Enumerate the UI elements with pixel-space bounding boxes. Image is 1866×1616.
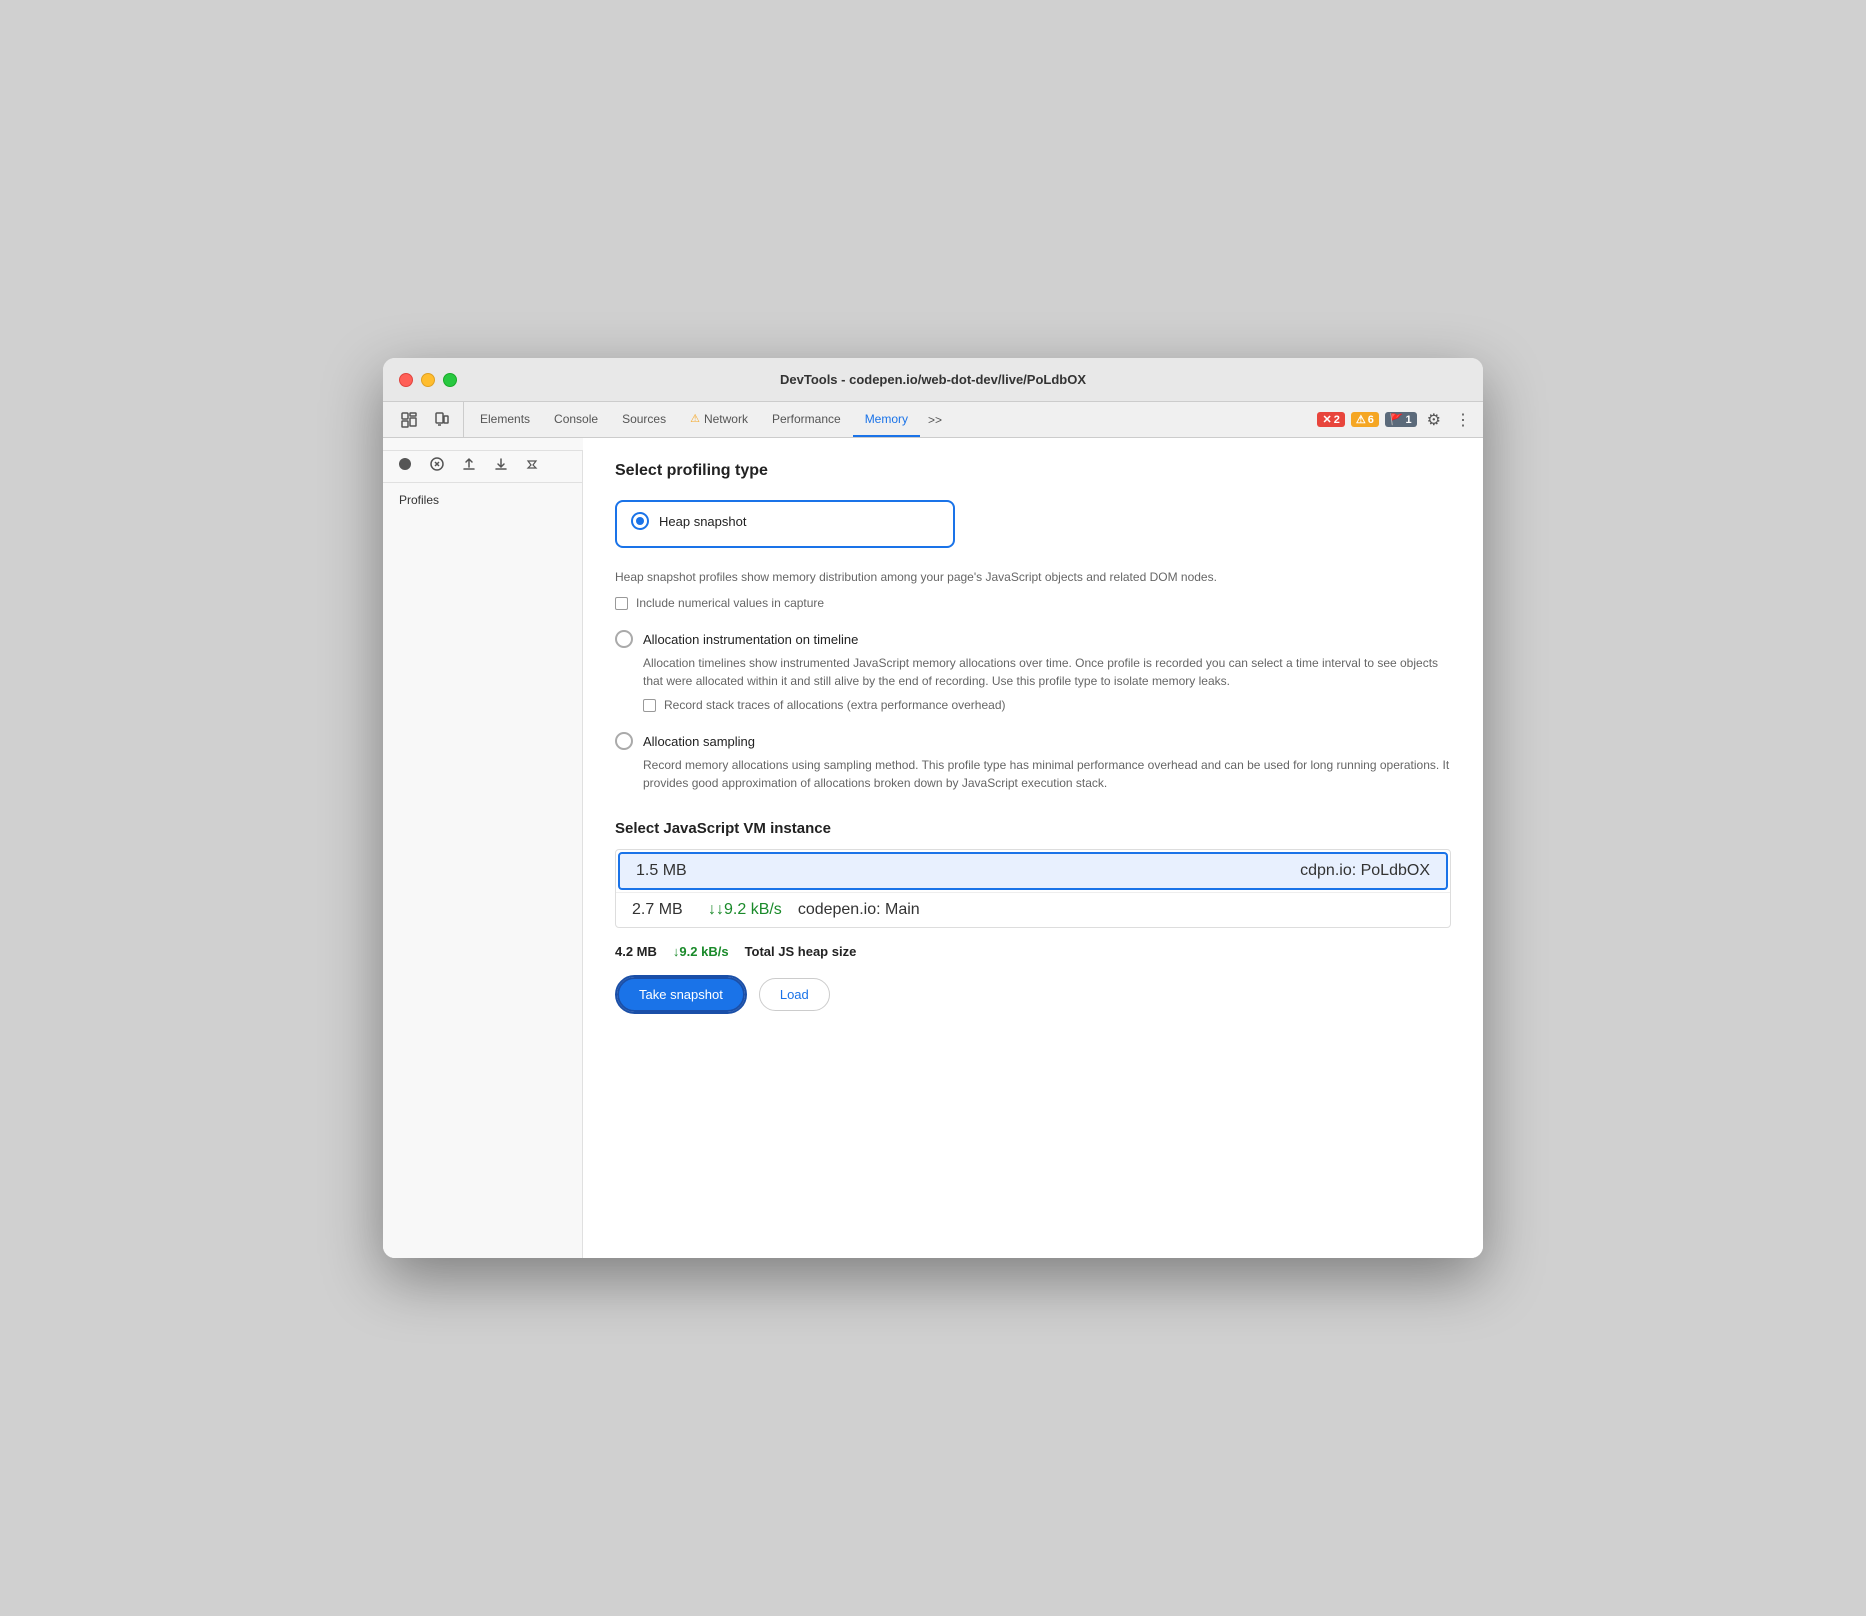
record-button[interactable] bbox=[391, 450, 419, 478]
info-icon: 🚩 bbox=[1390, 413, 1404, 426]
allocation-timeline-label: Allocation instrumentation on timeline bbox=[643, 632, 858, 647]
allocation-timeline-checkbox-label: Record stack traces of allocations (extr… bbox=[664, 698, 1006, 712]
tab-performance-label: Performance bbox=[772, 412, 841, 426]
error-badge: ✕ 2 bbox=[1317, 412, 1344, 427]
tab-console-label: Console bbox=[554, 412, 598, 426]
devtools-body: Profiles Select profiling type Heap snap… bbox=[383, 438, 1483, 1258]
allocation-timeline-desc: Allocation timelines show instrumented J… bbox=[643, 654, 1451, 690]
more-options-icon[interactable]: ⋮ bbox=[1451, 406, 1475, 434]
heap-snapshot-option-wrapper: Heap snapshot bbox=[615, 500, 955, 548]
main-panel: Select profiling type Heap snapshot Heap… bbox=[583, 438, 1483, 1258]
download-button[interactable] bbox=[487, 450, 515, 478]
heap-snapshot-radio-row[interactable]: Heap snapshot bbox=[631, 512, 939, 530]
sidebar: Profiles bbox=[383, 438, 583, 1258]
tab-console[interactable]: Console bbox=[542, 402, 610, 437]
vm-1-name: cdpn.io: PoLdbOX bbox=[1300, 862, 1430, 880]
allocation-timeline-checkbox-row[interactable]: Record stack traces of allocations (extr… bbox=[643, 698, 1451, 712]
footer-total-size: 4.2 MB bbox=[615, 944, 657, 959]
heap-snapshot-desc: Heap snapshot profiles show memory distr… bbox=[615, 568, 1451, 586]
maximize-button[interactable] bbox=[443, 373, 457, 387]
allocation-timeline-checkbox[interactable] bbox=[643, 699, 656, 712]
tab-memory[interactable]: Memory bbox=[853, 402, 920, 437]
traffic-lights bbox=[399, 373, 457, 387]
window-title: DevTools - codepen.io/web-dot-dev/live/P… bbox=[780, 372, 1086, 387]
vm-section-title: Select JavaScript VM instance bbox=[615, 820, 1451, 837]
tab-elements-label: Elements bbox=[480, 412, 530, 426]
close-button[interactable] bbox=[399, 373, 413, 387]
stop-button[interactable] bbox=[423, 450, 451, 478]
heap-snapshot-description-block: Heap snapshot profiles show memory distr… bbox=[615, 568, 1451, 610]
warning-icon: ⚠ bbox=[1356, 413, 1366, 426]
settings-icon[interactable]: ⚙ bbox=[1423, 406, 1445, 434]
tab-network[interactable]: ⚠ Network bbox=[678, 402, 760, 437]
allocation-sampling-radio-row[interactable]: Allocation sampling bbox=[615, 732, 1451, 750]
tab-sources-label: Sources bbox=[622, 412, 666, 426]
heap-snapshot-checkbox-label: Include numerical values in capture bbox=[636, 596, 824, 610]
sidebar-item-profiles-label: Profiles bbox=[399, 493, 439, 507]
take-snapshot-wrapper: Take snapshot bbox=[615, 975, 747, 1014]
tab-sources[interactable]: Sources bbox=[610, 402, 678, 437]
error-icon: ✕ bbox=[1322, 413, 1331, 426]
clear-button[interactable] bbox=[519, 450, 547, 478]
vm-table: 1.5 MB cdpn.io: PoLdbOX 2.7 MB ↓↓9.2 kB/… bbox=[615, 849, 1451, 928]
take-snapshot-button[interactable]: Take snapshot bbox=[617, 977, 745, 1012]
footer-row: 4.2 MB ↓9.2 kB/s Total JS heap size bbox=[615, 944, 1451, 959]
tab-elements[interactable]: Elements bbox=[468, 402, 542, 437]
tab-memory-label: Memory bbox=[865, 412, 908, 426]
titlebar: DevTools - codepen.io/web-dot-dev/live/P… bbox=[383, 358, 1483, 402]
minimize-button[interactable] bbox=[421, 373, 435, 387]
profiling-section-title: Select profiling type bbox=[615, 462, 1451, 480]
devtools-window: DevTools - codepen.io/web-dot-dev/live/P… bbox=[383, 358, 1483, 1258]
allocation-sampling-radio[interactable] bbox=[615, 732, 633, 750]
device-toolbar-icon[interactable] bbox=[427, 406, 455, 434]
error-count: 2 bbox=[1334, 414, 1340, 426]
heap-snapshot-radio[interactable] bbox=[631, 512, 649, 530]
tab-network-label: Network bbox=[704, 412, 748, 426]
tab-bar: Elements Console Sources ⚠ Network Perfo… bbox=[383, 402, 1483, 438]
vm-2-name: codepen.io: Main bbox=[798, 901, 920, 919]
action-buttons-row: Take snapshot Load bbox=[615, 975, 1451, 1014]
sidebar-item-profiles[interactable]: Profiles bbox=[383, 487, 582, 513]
allocation-sampling-label: Allocation sampling bbox=[643, 734, 755, 749]
tab-performance[interactable]: Performance bbox=[760, 402, 853, 437]
warning-count: 6 bbox=[1368, 414, 1374, 426]
heap-snapshot-checkbox[interactable] bbox=[615, 597, 628, 610]
vm-2-size: 2.7 MB bbox=[632, 901, 692, 919]
inspector-icon[interactable] bbox=[395, 406, 423, 434]
warning-badge: ⚠ 6 bbox=[1351, 412, 1379, 427]
info-count: 1 bbox=[1406, 414, 1412, 426]
heap-snapshot-checkbox-row[interactable]: Include numerical values in capture bbox=[615, 596, 1451, 610]
upload-button[interactable] bbox=[455, 450, 483, 478]
load-button[interactable]: Load bbox=[759, 978, 830, 1011]
footer-total-rate: ↓9.2 kB/s bbox=[673, 944, 729, 959]
tab-bar-right: ✕ 2 ⚠ 6 🚩 1 ⚙ ⋮ bbox=[1317, 402, 1479, 437]
allocation-timeline-radio-row[interactable]: Allocation instrumentation on timeline bbox=[615, 630, 1451, 648]
vm-row-1[interactable]: 1.5 MB cdpn.io: PoLdbOX bbox=[618, 852, 1448, 890]
network-warning-icon: ⚠ bbox=[690, 412, 700, 425]
vm-1-size: 1.5 MB bbox=[636, 862, 696, 880]
allocation-sampling-desc: Record memory allocations using sampling… bbox=[643, 756, 1451, 792]
vm-row-2[interactable]: 2.7 MB ↓↓9.2 kB/s codepen.io: Main bbox=[616, 892, 1450, 927]
info-badge: 🚩 1 bbox=[1385, 412, 1417, 427]
heap-snapshot-label: Heap snapshot bbox=[659, 514, 746, 529]
vm-2-rate: ↓↓9.2 kB/s bbox=[708, 901, 782, 919]
allocation-timeline-radio[interactable] bbox=[615, 630, 633, 648]
vm-2-rate-down-arrow: ↓ bbox=[708, 901, 716, 918]
footer-total-label: Total JS heap size bbox=[745, 944, 857, 959]
allocation-timeline-option: Allocation instrumentation on timeline A… bbox=[615, 630, 1451, 712]
more-tabs-button[interactable]: >> bbox=[920, 402, 950, 437]
allocation-sampling-option: Allocation sampling Record memory alloca… bbox=[615, 732, 1451, 792]
